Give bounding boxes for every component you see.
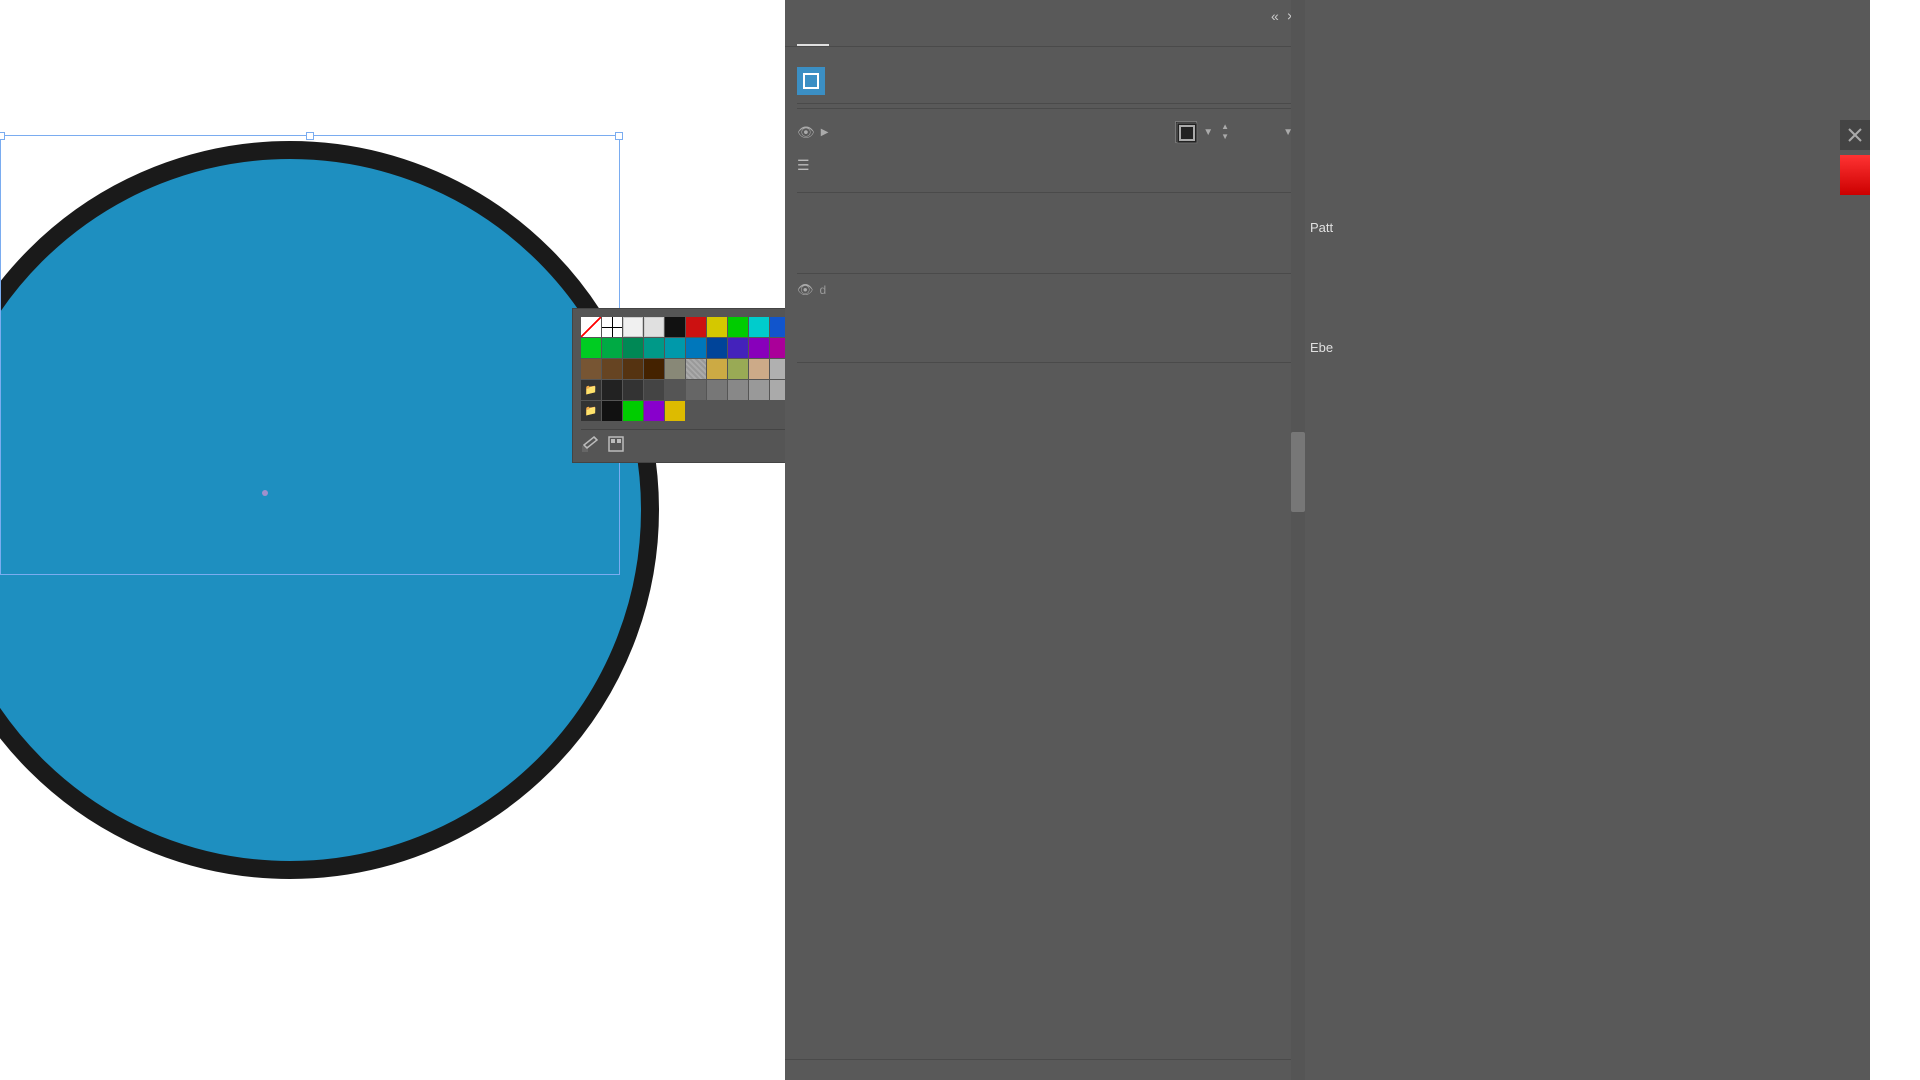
spinner-down[interactable]: ▼ — [1221, 132, 1229, 142]
swatch-blue2[interactable] — [686, 338, 706, 358]
divider-1 — [797, 108, 1293, 109]
panel-content: 👁 ▶ ▼ ▲ ▼ ▼ ☰ — [785, 47, 1305, 1080]
swatch-green5[interactable] — [623, 401, 643, 421]
swatch-purple2[interactable] — [644, 401, 664, 421]
color-row-4: 📁 — [581, 380, 785, 400]
divider-3 — [797, 273, 1293, 274]
swatch-none[interactable] — [581, 317, 601, 337]
spinner-up[interactable]: ▲ — [1221, 122, 1229, 132]
color-swatch-options[interactable] — [607, 435, 625, 453]
pt-value — [797, 180, 1293, 188]
scrollbar-thumb[interactable] — [1291, 432, 1305, 512]
swatch-special3[interactable] — [728, 359, 748, 379]
collapse-panel-icon[interactable]: « — [1271, 8, 1279, 24]
swatch-brown6[interactable] — [623, 359, 643, 379]
color-picker-left-tools — [581, 435, 625, 453]
color-row-3 — [581, 359, 785, 379]
swatch-magenta2[interactable] — [749, 338, 769, 358]
swatch-brown7[interactable] — [644, 359, 664, 379]
swatch-brown4[interactable] — [581, 359, 601, 379]
color-picker-popup: 📁 📁 — [572, 308, 785, 463]
bottom-attr-row: 👁 d — [797, 278, 1293, 302]
swatch-black5[interactable] — [602, 401, 622, 421]
swatch-gray2[interactable] — [770, 359, 785, 379]
partial-right-panel: Patt Ebe — [1305, 0, 1870, 1080]
swatch-darkgray1[interactable] — [686, 380, 706, 400]
visibility-icon[interactable]: 👁 — [797, 124, 815, 141]
tab-aussehen[interactable] — [797, 28, 829, 46]
swatch-teal1[interactable] — [602, 338, 622, 358]
swatch-purple1[interactable] — [728, 338, 748, 358]
divider-2 — [797, 192, 1293, 193]
tab-grafikstile[interactable] — [829, 28, 861, 46]
panel-bottom-toolbar — [785, 1059, 1305, 1080]
swatch-black[interactable] — [665, 317, 685, 337]
divider-4 — [797, 362, 1293, 363]
attr-label: d — [820, 283, 827, 297]
swatch-yellow1[interactable] — [707, 317, 727, 337]
size-spinner: ▲ ▼ — [1221, 122, 1229, 142]
swatch-black2[interactable] — [623, 380, 643, 400]
color-grid: 📁 📁 — [581, 317, 785, 421]
swatch-cyan1[interactable] — [749, 317, 769, 337]
eye-icon-2[interactable]: 👁 — [797, 282, 814, 298]
swatch-white1[interactable] — [623, 317, 643, 337]
list-view-icon[interactable]: ☰ — [797, 157, 810, 174]
swatch-green1[interactable] — [728, 317, 748, 337]
swatch-brown5[interactable] — [602, 359, 622, 379]
canvas-area: 📁 📁 — [0, 0, 785, 1080]
swatch-red1[interactable] — [686, 317, 706, 337]
swatch-black3[interactable] — [644, 380, 664, 400]
swatch-register[interactable] — [602, 317, 622, 337]
swatch-cyan3[interactable] — [665, 338, 685, 358]
swatch-gray12[interactable] — [770, 380, 785, 400]
swatch-gray11[interactable] — [749, 380, 769, 400]
path-icon — [797, 67, 825, 95]
swatch-blue3[interactable] — [707, 338, 727, 358]
center-dot — [262, 490, 268, 496]
color-picker-eyedropper[interactable] — [581, 435, 599, 453]
swatch-folder2[interactable]: 📁 — [581, 401, 601, 421]
top-right-icon[interactable] — [1840, 120, 1870, 150]
swatch-cyan2[interactable] — [644, 338, 664, 358]
swatch-gray1[interactable] — [665, 359, 685, 379]
panel-tabs — [785, 28, 1305, 47]
swatch-white2[interactable] — [644, 317, 664, 337]
swatch-gray10[interactable] — [728, 380, 748, 400]
swatch-tan5[interactable] — [749, 359, 769, 379]
swatch-yellow4[interactable] — [665, 401, 685, 421]
swatch-magenta3[interactable] — [770, 338, 785, 358]
red-color-strip[interactable] — [1840, 155, 1870, 195]
color-row-2 — [581, 338, 785, 358]
list-icon-row: ☰ — [797, 151, 1293, 180]
scrollbar-track — [1291, 0, 1305, 1080]
color-row-1 — [581, 317, 785, 337]
swatch-green4[interactable] — [581, 338, 601, 358]
swatch-special2[interactable] — [707, 359, 727, 379]
stroke-dropdown-arrow[interactable]: ▼ — [1203, 127, 1213, 138]
ebe-label: Ebe — [1310, 340, 1333, 355]
patt-label: Patt — [1310, 220, 1333, 235]
stroke-color-box[interactable] — [1175, 121, 1197, 143]
color-picker-toolbar: ⊞ ☰ 📁 + 🗑 — [581, 429, 785, 454]
color-row-5: 📁 — [581, 401, 785, 421]
swatch-gray9[interactable] — [707, 380, 727, 400]
expand-icon[interactable]: ▶ — [821, 127, 829, 138]
swatch-black4[interactable] — [665, 380, 685, 400]
swatch-blue1[interactable] — [770, 317, 785, 337]
path-row — [797, 59, 1293, 104]
swatch-folder1[interactable]: 📁 — [581, 380, 601, 400]
swatch-special1[interactable] — [686, 359, 706, 379]
swatch-black1[interactable] — [602, 380, 622, 400]
kontur-row: 👁 ▶ ▼ ▲ ▼ ▼ — [797, 113, 1293, 151]
swatch-teal2[interactable] — [623, 338, 643, 358]
circle-shape[interactable] — [0, 130, 670, 890]
right-panel: « × 👁 ▶ — [785, 0, 1305, 1080]
